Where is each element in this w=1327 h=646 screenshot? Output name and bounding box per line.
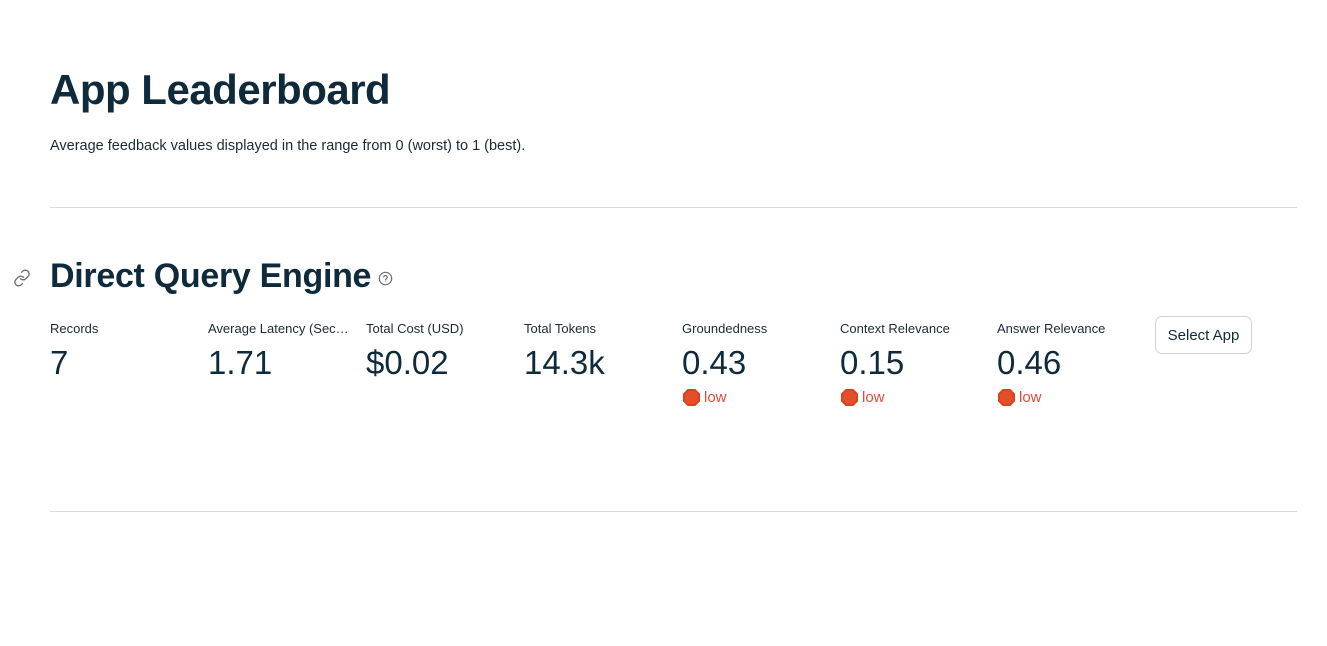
metric-label: Answer Relevance: [997, 321, 1106, 336]
metric-value: 0.15: [840, 344, 905, 381]
metric-value: $0.02: [366, 344, 449, 381]
stop-sign-icon: [840, 388, 859, 407]
metric-context-relevance: Context Relevance 0.15 low: [840, 321, 986, 407]
metric-delta-label: low: [862, 389, 885, 406]
metric-label: Average Latency (Seconds): [208, 321, 354, 336]
link-icon[interactable]: [12, 268, 32, 288]
metric-delta: low: [682, 388, 828, 407]
divider: [50, 511, 1297, 512]
metric-label: Groundedness: [682, 321, 768, 336]
stop-sign-icon: [682, 388, 701, 407]
metric-label: Total Tokens: [524, 321, 597, 336]
page-subtitle: Average feedback values displayed in the…: [50, 138, 526, 154]
app-name: Direct Query Engine: [50, 257, 372, 295]
divider: [50, 207, 1297, 208]
metric-total-tokens: Total Tokens 14.3k: [524, 321, 670, 382]
metric-groundedness: Groundedness 0.43 low: [682, 321, 828, 407]
metric-label: Total Cost (USD): [366, 321, 464, 336]
select-app-button[interactable]: Select App: [1155, 316, 1252, 354]
metric-value: 7: [50, 344, 69, 381]
metric-value: 14.3k: [524, 344, 605, 381]
metric-total-cost: Total Cost (USD) $0.02: [366, 321, 512, 382]
metric-label: Records: [50, 321, 99, 336]
question-circle-icon[interactable]: [378, 271, 393, 286]
metric-label: Context Relevance: [840, 321, 950, 336]
metric-value: 1.71: [208, 344, 273, 381]
metric-value: 0.43: [682, 344, 747, 381]
app-header: Direct Query Engine: [50, 257, 393, 296]
page-title: App Leaderboard: [50, 66, 391, 113]
metric-delta: low: [997, 388, 1143, 407]
metric-delta-label: low: [704, 389, 727, 406]
metric-value: 0.46: [997, 344, 1062, 381]
metric-average-latency: Average Latency (Seconds) 1.71: [208, 321, 354, 382]
metric-delta: low: [840, 388, 986, 407]
metric-answer-relevance: Answer Relevance 0.46 low: [997, 321, 1143, 407]
metric-records: Records 7: [50, 321, 196, 382]
stop-sign-icon: [997, 388, 1016, 407]
metric-delta-label: low: [1019, 389, 1042, 406]
